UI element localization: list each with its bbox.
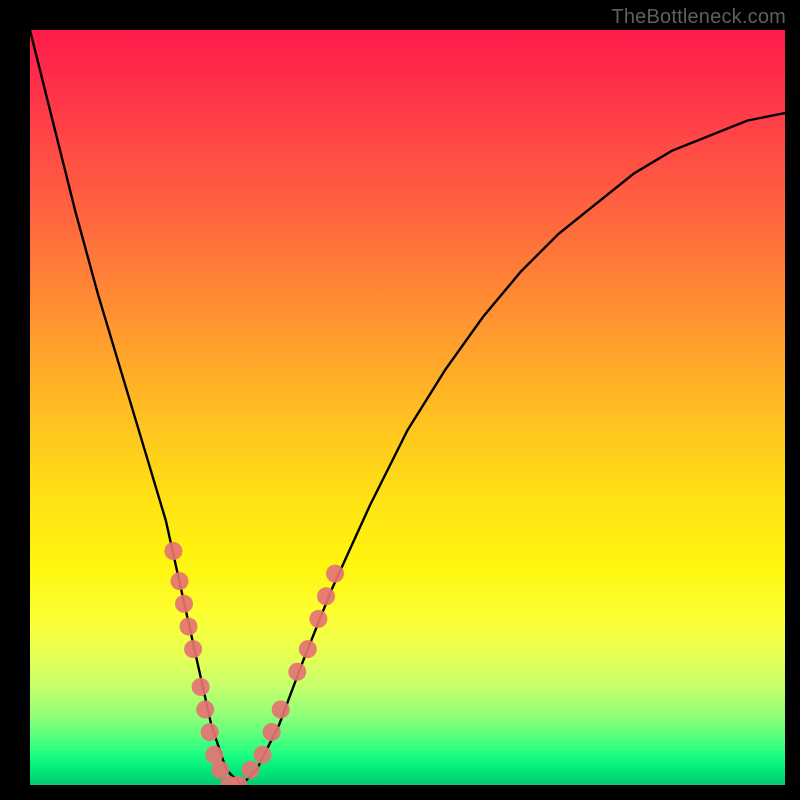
distribution-dot [171, 572, 189, 590]
chart-frame: TheBottleneck.com [0, 0, 800, 800]
distribution-dot [317, 587, 335, 605]
distribution-dot [201, 723, 219, 741]
watermark-text: TheBottleneck.com [611, 6, 786, 29]
distribution-dot [192, 678, 210, 696]
distribution-dot [242, 761, 260, 779]
distribution-dot [184, 640, 202, 658]
chart-svg-layer [30, 30, 785, 785]
distribution-dot [263, 723, 281, 741]
distribution-dot [164, 542, 182, 560]
bottleneck-curve [30, 30, 785, 785]
distribution-dot [326, 565, 344, 583]
distribution-dot [309, 610, 327, 628]
distribution-dot [288, 663, 306, 681]
distribution-dot [175, 595, 193, 613]
plot-area [30, 30, 785, 785]
distribution-dot [254, 746, 272, 764]
user-distribution-dots [164, 542, 344, 785]
distribution-dot [272, 701, 290, 719]
distribution-dot [211, 761, 229, 779]
distribution-dot [180, 618, 198, 636]
distribution-dot [299, 640, 317, 658]
distribution-dot [196, 701, 214, 719]
